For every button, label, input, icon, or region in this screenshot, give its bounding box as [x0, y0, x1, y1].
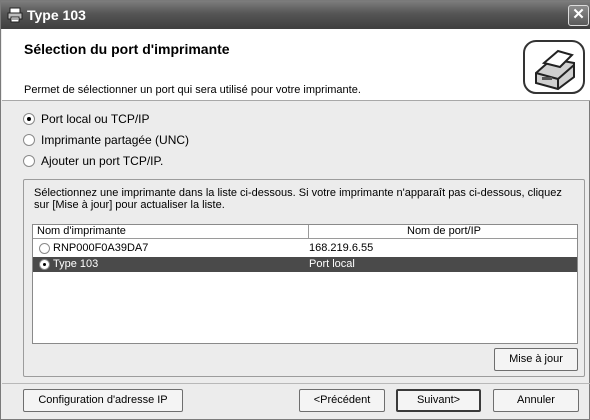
list-header: Nom d'imprimante Nom de port/IP [33, 225, 577, 239]
ip-config-button[interactable]: Configuration d'adresse IP [23, 389, 183, 412]
back-button[interactable]: <Précédent [299, 389, 385, 412]
refresh-button[interactable]: Mise à jour [494, 348, 578, 371]
footer-divider [2, 383, 590, 384]
close-icon: ✕ [572, 6, 585, 23]
printer-name: RNP000F0A39DA7 [53, 242, 149, 254]
row-radio[interactable] [39, 243, 50, 254]
close-button[interactable]: ✕ [568, 5, 589, 26]
printer-list-group: Sélectionnez une imprimante dans la list… [23, 179, 585, 377]
printer-name: Type 103 [53, 258, 99, 270]
radio-add-tcpip[interactable] [23, 155, 35, 167]
option-local-tcpip[interactable]: Port local ou TCP/IP [23, 111, 150, 127]
page-title: Sélection du port d'imprimante [24, 41, 230, 57]
option-shared-unc[interactable]: Imprimante partagée (UNC) [23, 132, 189, 148]
option-label: Port local ou TCP/IP [41, 112, 150, 126]
list-row-selected[interactable]: Type 103 Port local [33, 257, 577, 272]
radio-shared-unc[interactable] [23, 134, 35, 146]
printer-port: Port local [309, 258, 355, 270]
printer-icon [523, 40, 585, 94]
list-row[interactable]: RNP000F0A39DA7 168.219.6.55 [33, 241, 577, 256]
next-button[interactable]: Suivant> [396, 389, 481, 412]
option-label: Imprimante partagée (UNC) [41, 133, 190, 147]
list-instructions: Sélectionnez une imprimante dans la list… [34, 187, 562, 211]
cancel-button[interactable]: Annuler [493, 389, 579, 412]
title-bar[interactable]: Type 103 ✕ [1, 1, 590, 29]
printer-list[interactable]: Nom d'imprimante Nom de port/IP RNP000F0… [32, 224, 578, 344]
column-header-port[interactable]: Nom de port/IP [313, 225, 575, 237]
window-title: Type 103 [27, 7, 86, 23]
option-label: Ajouter un port TCP/IP. [41, 154, 164, 168]
page-subtitle: Permet de sélectionner un port qui sera … [24, 84, 361, 96]
radio-local-tcpip[interactable] [23, 113, 35, 125]
column-header-printer-name[interactable]: Nom d'imprimante [37, 225, 309, 239]
row-radio[interactable] [39, 259, 50, 270]
installer-window: Type 103 ✕ Sélection du port d'imprimant… [0, 0, 590, 420]
wizard-header: Sélection du port d'imprimante Permet de… [2, 29, 590, 101]
printer-small-icon [7, 7, 23, 23]
option-add-tcpip[interactable]: Ajouter un port TCP/IP. [23, 153, 163, 169]
printer-port: 168.219.6.55 [309, 242, 374, 254]
